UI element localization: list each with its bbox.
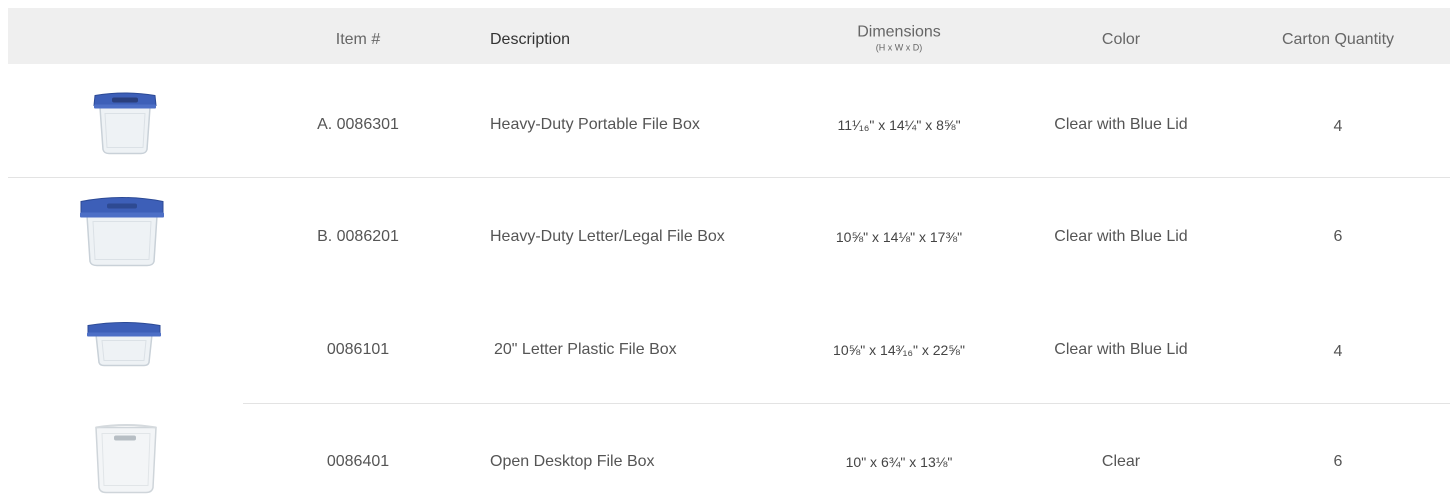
table-row-2-dimensions: 10⅝" x 14⅛" x 17⅜": [835, 229, 963, 245]
table-header: [8, 8, 1450, 64]
table-row-3-description: 20" Letter Plastic File Box: [494, 341, 677, 358]
open-desktop-file-box-icon: [86, 420, 166, 501]
table-row-4-carton: 6: [1333, 453, 1343, 470]
table-row-4-description: Open Desktop File Box: [490, 453, 655, 470]
row-divider: [8, 177, 1450, 178]
table-row-1-carton: 4: [1333, 118, 1343, 135]
table-row-1-color: Clear with Blue Lid: [1054, 116, 1188, 133]
table-row-3-dimensions: 10⅝" x 14³⁄₁₆" x 22⅝": [833, 342, 965, 358]
header-description: Description: [490, 31, 571, 48]
header-dimensions-sub: (H x W x D): [875, 42, 923, 53]
header-carton-quantity: Carton Quantity: [1281, 31, 1395, 48]
header-dimensions: Dimensions (H x W x D): [857, 24, 941, 53]
header-item: Item #: [335, 31, 381, 48]
portable-file-box-icon: [90, 90, 160, 161]
letter-plastic-file-box-icon: [84, 319, 164, 374]
header-color: Color: [1101, 31, 1141, 48]
table-row-4-color: Clear: [1101, 453, 1141, 470]
table-row-1-item: A. 0086301: [317, 116, 399, 133]
row-divider: [243, 403, 1450, 404]
table-row-2-color: Clear with Blue Lid: [1054, 228, 1188, 245]
header-dimensions-label: Dimensions: [857, 23, 941, 41]
table-row-2-carton: 6: [1333, 228, 1343, 245]
table-row-2-item: B. 0086201: [317, 228, 399, 245]
table-row-3-color: Clear with Blue Lid: [1054, 341, 1188, 358]
letter-legal-file-box-icon: [77, 192, 167, 273]
table-row-4-dimensions: 10" x 6¾" x 13⅛": [845, 454, 953, 470]
table-row-4-item: 0086401: [326, 453, 390, 470]
table-row-2-description: Heavy-Duty Letter/Legal File Box: [490, 228, 725, 245]
table-row-1-description: Heavy-Duty Portable File Box: [490, 116, 700, 133]
table-row-1-dimensions: 11¹⁄₁₆" x 14¼" x 8⅝": [837, 117, 961, 133]
table-row-3-item: 0086101: [326, 341, 390, 358]
table-row-3-carton: 4: [1333, 343, 1343, 360]
